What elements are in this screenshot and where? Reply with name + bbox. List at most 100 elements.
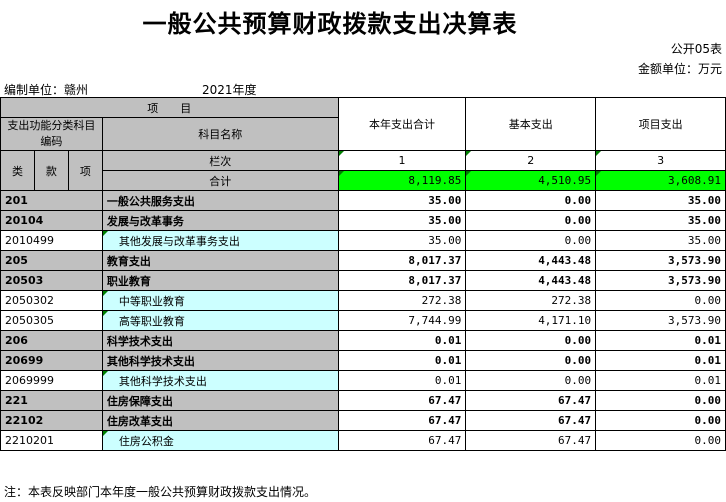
header-basic: 基本支出 [465,97,597,151]
subject-code: 201 [0,190,103,211]
subject-name: 职业教育 [101,270,339,291]
amount-col-3: 35.00 [595,190,726,211]
subject-name: 高等职业教育 [101,310,339,331]
column-index-2: 2 [465,150,597,171]
amount-col-1: 35.00 [337,210,467,231]
header-project: 项目支出 [595,97,726,151]
amount-col-3: 0.00 [595,290,726,311]
amount-col-3: 3,573.90 [595,310,726,331]
subject-code: 206 [0,330,103,351]
amount-col-1: 35.00 [337,230,467,251]
total-value-2: 4,510.95 [465,170,597,191]
total-value-1: 8,119.85 [337,170,467,191]
subject-code: 2010499 [0,230,103,251]
subject-code: 221 [0,390,103,411]
subject-name: 住房公积金 [101,430,339,451]
table-number: 公开05表 [670,42,722,56]
subject-code: 20104 [0,210,103,231]
table-row: 2010499 其他发展与改革事务支出 35.00 0.00 35.00 [0,230,726,251]
total-value-3: 3,608.91 [595,170,726,191]
header-total: 本年支出合计 [337,97,467,151]
table-row: 205 教育支出 8,017.37 4,443.48 3,573.90 [0,250,726,271]
amount-col-3: 0.01 [595,330,726,351]
compiling-unit: 编制单位：赣州 [4,83,89,97]
table-row: 2050305 高等职业教育 7,744.99 4,171.10 3,573.90 [0,310,726,331]
subject-name: 其他发展与改革事务支出 [101,230,339,251]
column-index-3: 3 [595,150,726,171]
table-row: 2050302 中等职业教育 272.38 272.38 0.00 [0,290,726,311]
amount-col-2: 0.00 [465,370,597,391]
amount-col-3: 3,573.90 [595,250,726,271]
subject-name: 住房保障支出 [101,390,339,411]
amount-col-2: 4,443.48 [465,250,597,271]
subject-name: 教育支出 [101,250,339,271]
amount-col-2: 272.38 [465,290,597,311]
amount-col-2: 67.47 [465,390,597,411]
subject-name: 科学技术支出 [101,330,339,351]
table-row: 20699 其他科学技术支出 0.01 0.00 0.01 [0,350,726,371]
header-lei: 类 [0,150,35,191]
amount-col-2: 0.00 [465,190,597,211]
amount-col-3: 35.00 [595,210,726,231]
subject-name: 其他科学技术支出 [101,370,339,391]
amount-col-1: 0.01 [337,330,467,351]
header-name-label: 科目名称 [101,117,339,151]
subject-code: 205 [0,250,103,271]
amount-col-2: 0.00 [465,330,597,351]
subject-name: 住房改革支出 [101,410,339,431]
table-row: 221 住房保障支出 67.47 67.47 0.00 [0,390,726,411]
amount-col-2: 0.00 [465,350,597,371]
subject-code: 20503 [0,270,103,291]
amount-col-2: 67.47 [465,430,597,451]
amount-col-1: 7,744.99 [337,310,467,331]
header-code-label: 支出功能分类科目编码 [0,117,103,151]
amount-col-2: 4,443.48 [465,270,597,291]
table-row: 22102 住房改革支出 67.47 67.47 0.00 [0,410,726,431]
table-row: 206 科学技术支出 0.01 0.00 0.01 [0,330,726,351]
table-row: 20104 发展与改革事务 35.00 0.00 35.00 [0,210,726,231]
expenditure-table: 项 目 本年支出合计 基本支出 项目支出 支出功能分类科目编码 科目名称 类 款… [0,97,726,451]
subject-name: 其他科学技术支出 [101,350,339,371]
amount-unit: 金额单位：万元 [637,62,722,76]
table-row: 2069999 其他科学技术支出 0.01 0.00 0.01 [0,370,726,391]
amount-col-1: 35.00 [337,190,467,211]
amount-col-1: 8,017.37 [337,270,467,291]
header-item: 项 目 [0,97,339,118]
amount-col-1: 272.38 [337,290,467,311]
amount-col-3: 0.01 [595,350,726,371]
amount-col-2: 0.00 [465,210,597,231]
subject-code: 20699 [0,350,103,371]
amount-col-1: 67.47 [337,410,467,431]
column-index-1: 1 [337,150,467,171]
amount-col-3: 3,573.90 [595,270,726,291]
subject-name: 中等职业教育 [101,290,339,311]
header-xiang: 项 [67,150,103,191]
subject-name: 发展与改革事务 [101,210,339,231]
amount-col-1: 0.01 [337,370,467,391]
amount-col-3: 35.00 [595,230,726,251]
total-label: 合计 [101,170,339,191]
amount-col-3: 0.00 [595,410,726,431]
table-row: 201 一般公共服务支出 35.00 0.00 35.00 [0,190,726,211]
subject-code: 22102 [0,410,103,431]
amount-col-2: 67.47 [465,410,597,431]
amount-col-2: 4,171.10 [465,310,597,331]
page-title: 一般公共预算财政拨款支出决算表 [142,10,518,38]
subject-code: 2210201 [0,430,103,451]
subject-name: 一般公共服务支出 [101,190,339,211]
amount-col-1: 67.47 [337,390,467,411]
subject-code: 2050305 [0,310,103,331]
amount-col-2: 0.00 [465,230,597,251]
subject-code: 2069999 [0,370,103,391]
header-kuan: 款 [33,150,69,191]
amount-col-1: 8,017.37 [337,250,467,271]
amount-col-3: 0.00 [595,430,726,451]
amount-col-3: 0.01 [595,370,726,391]
amount-col-1: 0.01 [337,350,467,371]
fiscal-year: 2021年度 [202,83,257,97]
footnote: 注：本表反映部门本年度一般公共预算财政拨款支出情况。 [4,485,317,499]
table-row: 20503 职业教育 8,017.37 4,443.48 3,573.90 [0,270,726,291]
header-lanci: 栏次 [101,150,339,171]
subject-code: 2050302 [0,290,103,311]
amount-col-1: 67.47 [337,430,467,451]
